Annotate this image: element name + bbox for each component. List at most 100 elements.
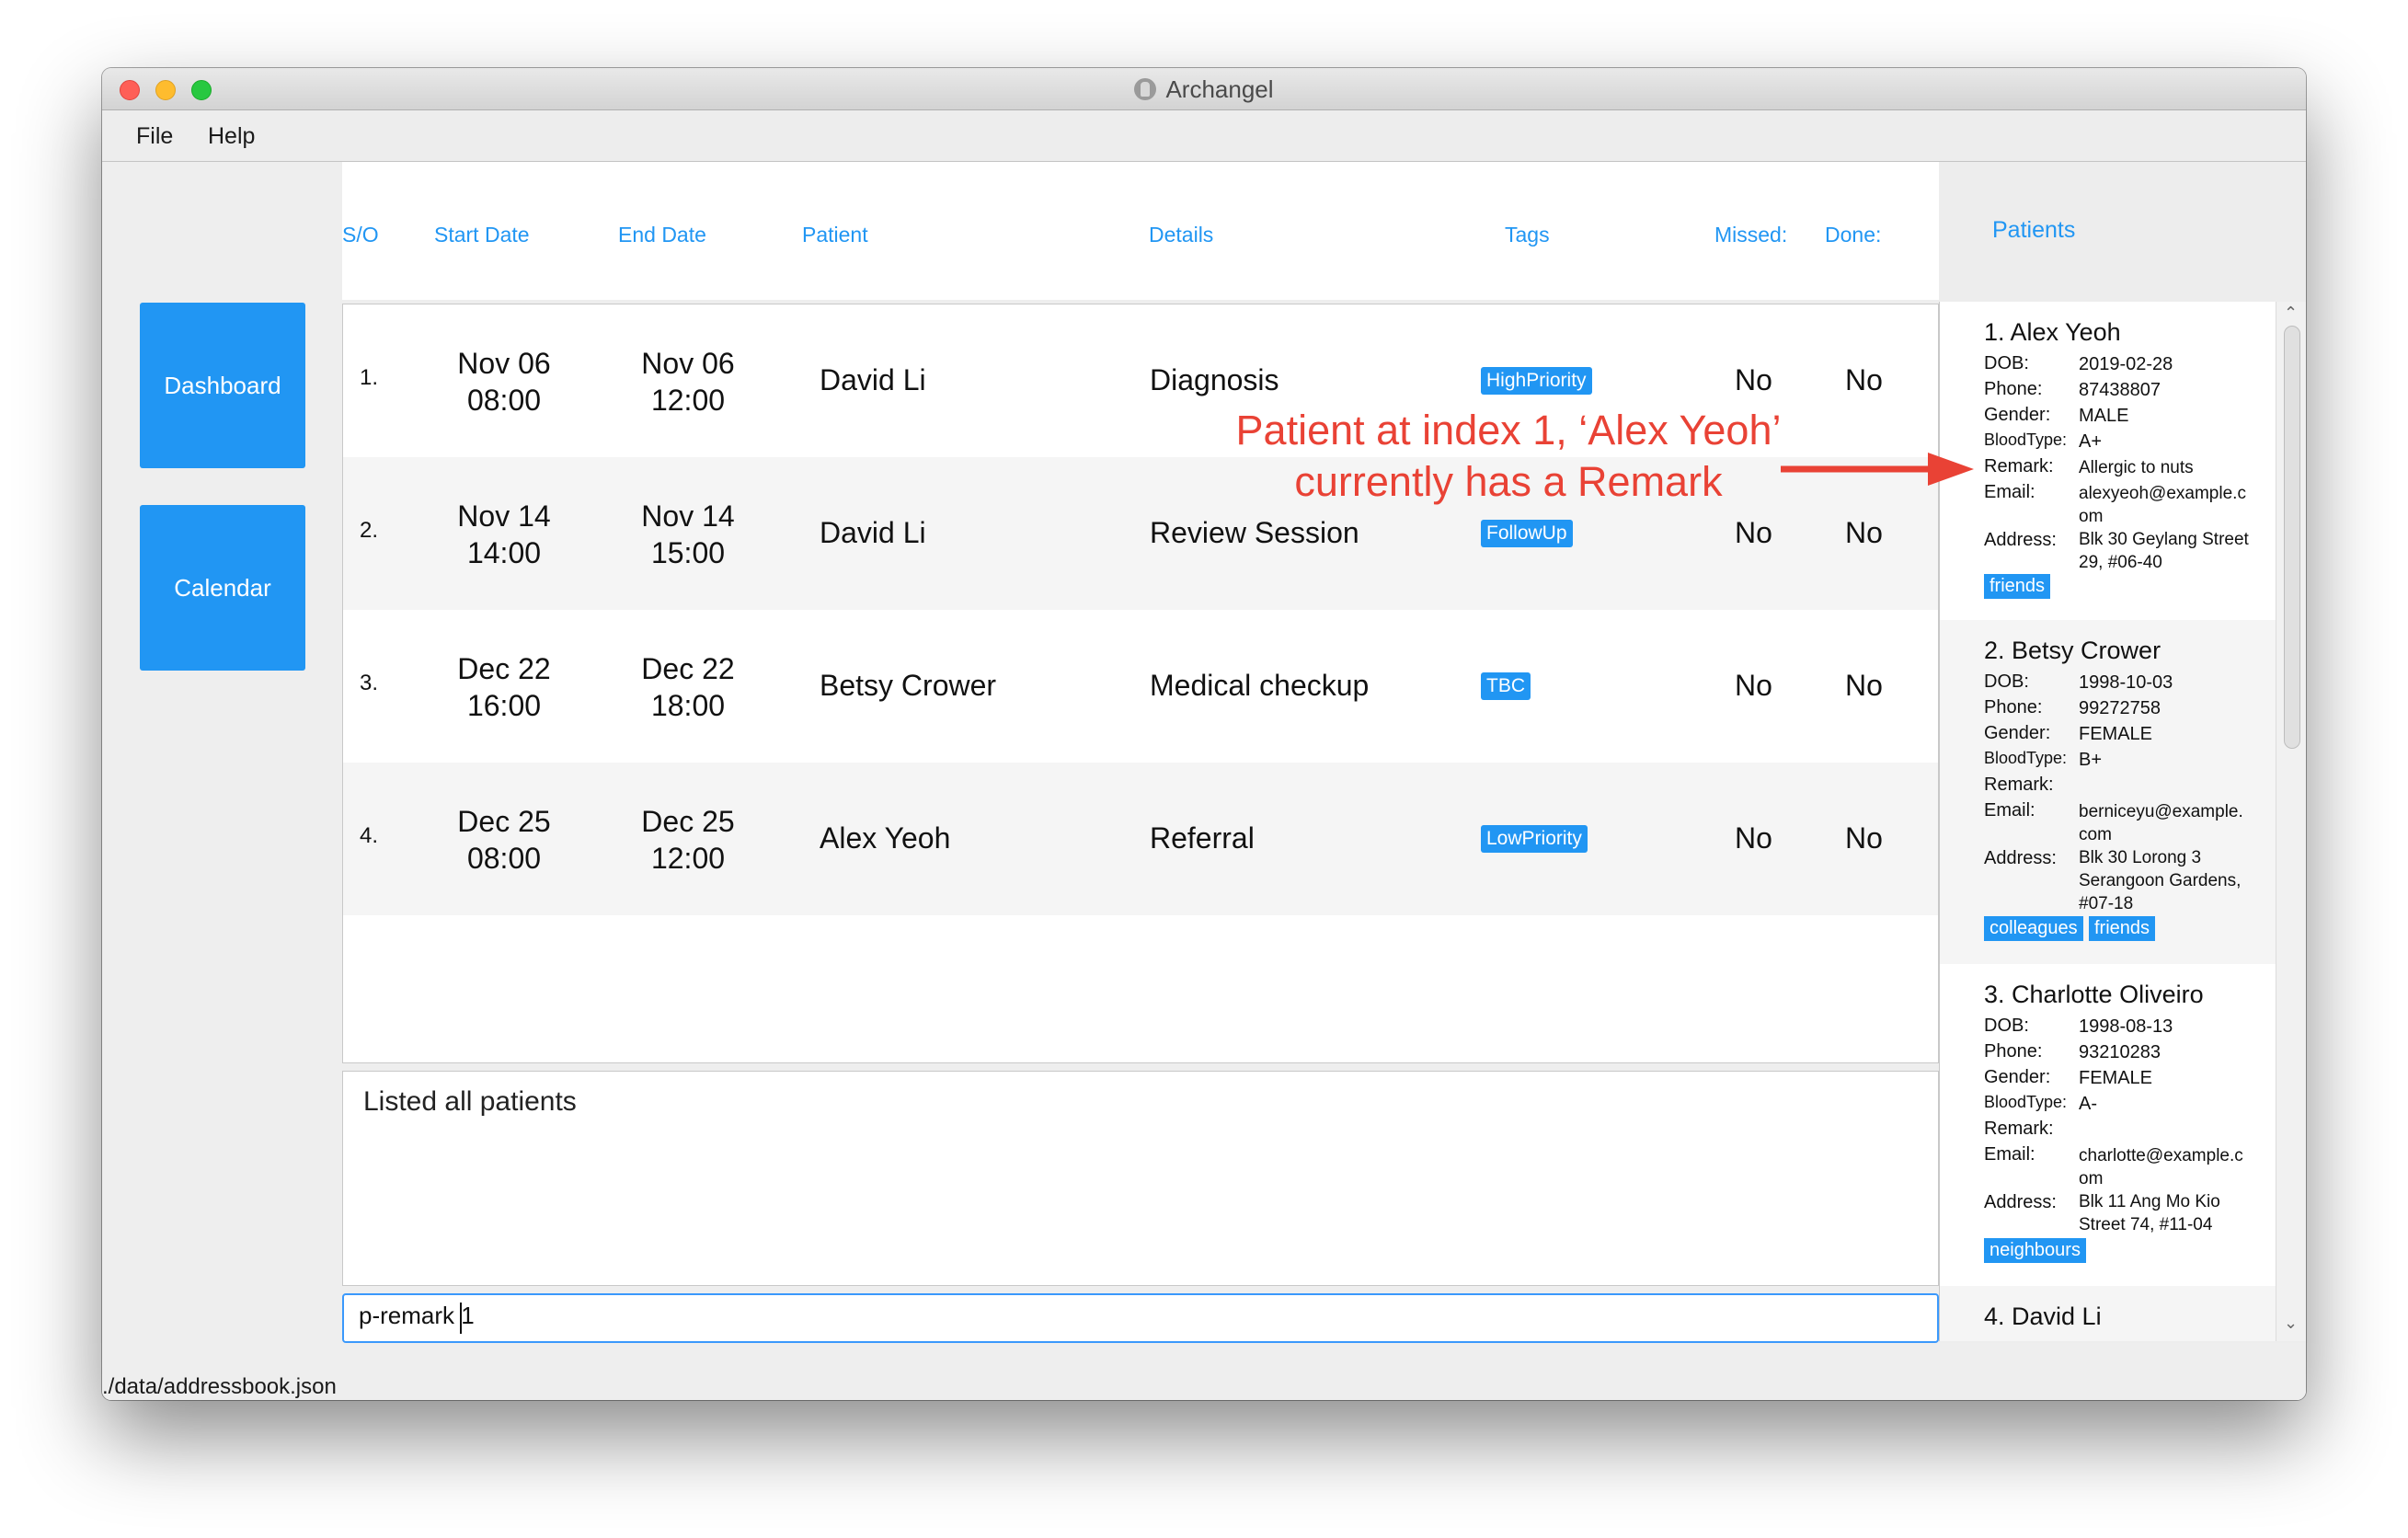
patient-name: Betsy Crower	[820, 669, 997, 702]
patient-name: David Li	[820, 363, 926, 396]
appointment-tag: TBC	[1481, 672, 1531, 700]
email-label: Email:	[1984, 800, 2035, 821]
start-date: Dec 22	[457, 652, 551, 685]
gender-label: Gender:	[1984, 405, 2051, 425]
menu-file[interactable]: File	[136, 123, 173, 150]
dob-value: 2019-02-28	[2079, 354, 2173, 374]
scroll-up-icon[interactable]: ⌃	[2284, 304, 2298, 323]
header-so: S/O	[342, 223, 379, 247]
end-date: Dec 22	[641, 652, 735, 685]
missed-value: No	[1735, 669, 1772, 702]
email-value: alexyeoh@example.c om	[2079, 484, 2246, 526]
patient-card-name: 3. Charlotte Oliveiro	[1984, 981, 2204, 1008]
patients-panel: Patients 1. Alex Yeoh DOB: 2019-02-28 Ph…	[1939, 162, 2306, 1343]
patient-tag: colleagues	[1984, 916, 2083, 941]
patient-card[interactable]: 4. David Li	[1940, 1286, 2276, 1341]
remark-label: Remark:	[1984, 775, 2054, 795]
appointment-tag: LowPriority	[1481, 825, 1588, 853]
command-box[interactable]: p-remark 1	[342, 1293, 1939, 1343]
window-title: Archangel	[1165, 75, 1274, 103]
header-missed: Missed:	[1714, 223, 1788, 247]
appointment-details: Referral	[1150, 821, 1255, 855]
start-date: Nov 06	[457, 347, 551, 380]
patient-card[interactable]: 3. Charlotte Oliveiro DOB: 1998-08-13 Ph…	[1940, 964, 2276, 1286]
header-done: Done:	[1825, 223, 1882, 247]
table-row[interactable]: 3. Dec 22 16:00 Dec 22 18:00 Betsy Crowe…	[343, 610, 1938, 763]
header-tags: Tags	[1505, 223, 1550, 247]
appointment-details: Review Session	[1150, 516, 1359, 549]
start-time: 14:00	[466, 536, 542, 569]
start-date: Dec 25	[457, 805, 551, 838]
address-value: Blk 11 Ang Mo Kio Street 74, #11-04	[2079, 1192, 2220, 1234]
start-time: 08:00	[466, 384, 542, 417]
header-details: Details	[1149, 223, 1214, 247]
patient-list-scrollbar[interactable]: ⌃ ⌄	[2276, 302, 2306, 1341]
table-header: S/O Start Date End Date Patient Details …	[342, 162, 1939, 300]
email-label: Email:	[1984, 1144, 2035, 1165]
gender-label: Gender:	[1984, 1067, 2051, 1087]
row-index: 2.	[360, 518, 379, 543]
end-time: 12:00	[650, 384, 726, 417]
patient-list[interactable]: 1. Alex Yeoh DOB: 2019-02-28 Phone: 8743…	[1939, 302, 2276, 1341]
window-title-group: Archangel	[102, 68, 2306, 110]
appointment-details: Diagnosis	[1150, 363, 1279, 396]
scroll-down-icon[interactable]: ⌄	[2284, 1314, 2298, 1333]
email-value: charlotte@example.c om	[2079, 1146, 2243, 1188]
start-date: Nov 14	[457, 499, 551, 533]
patient-card[interactable]: 2. Betsy Crower DOB: 1998-10-03 Phone: 9…	[1940, 620, 2276, 964]
angel-icon	[1134, 78, 1157, 100]
header-end-date: End Date	[618, 223, 706, 247]
email-label: Email:	[1984, 482, 2035, 502]
result-display: Listed all patients	[342, 1071, 1939, 1286]
bloodtype-value: B+	[2079, 750, 2103, 770]
header-patient: Patient	[802, 223, 868, 247]
gender-label: Gender:	[1984, 723, 2051, 743]
appointment-tag: FollowUp	[1481, 520, 1573, 547]
annotation-arrow-icon	[1781, 453, 1974, 486]
text-caret	[460, 1303, 462, 1334]
dob-value: 1998-10-03	[2079, 672, 2173, 693]
title-bar: Archangel	[102, 68, 2306, 110]
phone-value: 87438807	[2079, 380, 2161, 400]
start-date-cell: Nov 14 14:00	[435, 498, 573, 571]
start-time: 16:00	[466, 689, 542, 722]
done-value: No	[1845, 821, 1883, 855]
bloodtype-label: BloodType:	[1984, 430, 2068, 449]
patient-tag: friends	[2089, 916, 2156, 941]
missed-value: No	[1735, 516, 1772, 549]
command-input[interactable]: p-remark 1	[359, 1303, 543, 1327]
row-index: 3.	[360, 671, 379, 695]
remark-label: Remark:	[1984, 456, 2054, 476]
done-value: No	[1845, 516, 1883, 549]
patient-tag: neighbours	[1984, 1238, 2086, 1263]
patient-card[interactable]: 1. Alex Yeoh DOB: 2019-02-28 Phone: 8743…	[1940, 302, 2276, 620]
patient-card-name: 1. Alex Yeoh	[1984, 318, 2121, 346]
phone-label: Phone:	[1984, 1041, 2043, 1062]
dob-label: DOB:	[1984, 353, 2029, 373]
patients-panel-title: Patients	[1992, 217, 2076, 243]
gender-value: FEMALE	[2079, 724, 2153, 744]
phone-value: 93210283	[2079, 1042, 2161, 1062]
save-location: ./data/addressbook.json	[102, 1374, 337, 1399]
patient-name: Alex Yeoh	[820, 821, 951, 855]
row-index: 4.	[360, 823, 379, 848]
address-label: Address:	[1984, 1192, 2057, 1212]
calendar-button[interactable]: Calendar	[140, 505, 305, 671]
end-date: Dec 25	[641, 805, 735, 838]
remark-label: Remark:	[1984, 1119, 2054, 1139]
app-window: Archangel File Help Dashboard Calendar S…	[102, 68, 2306, 1400]
appointment-details: Medical checkup	[1150, 669, 1370, 702]
remark-annotation: Patient at index 1, ‘Alex Yeoh’ currentl…	[1235, 407, 1782, 505]
dashboard-button[interactable]: Dashboard	[140, 303, 305, 468]
bloodtype-label: BloodType:	[1984, 749, 2068, 767]
end-time: 12:00	[650, 842, 726, 875]
result-text: Listed all patients	[363, 1086, 577, 1117]
scrollbar-thumb[interactable]	[2284, 326, 2300, 749]
gender-value: MALE	[2079, 406, 2129, 426]
menu-help[interactable]: Help	[208, 123, 255, 150]
dob-value: 1998-08-13	[2079, 1016, 2173, 1037]
menu-bar: File Help	[102, 110, 2306, 162]
start-date-cell: Dec 25 08:00	[435, 803, 573, 877]
patient-name: David Li	[820, 516, 926, 549]
table-row[interactable]: 4. Dec 25 08:00 Dec 25 12:00 Alex Yeoh R…	[343, 763, 1938, 915]
